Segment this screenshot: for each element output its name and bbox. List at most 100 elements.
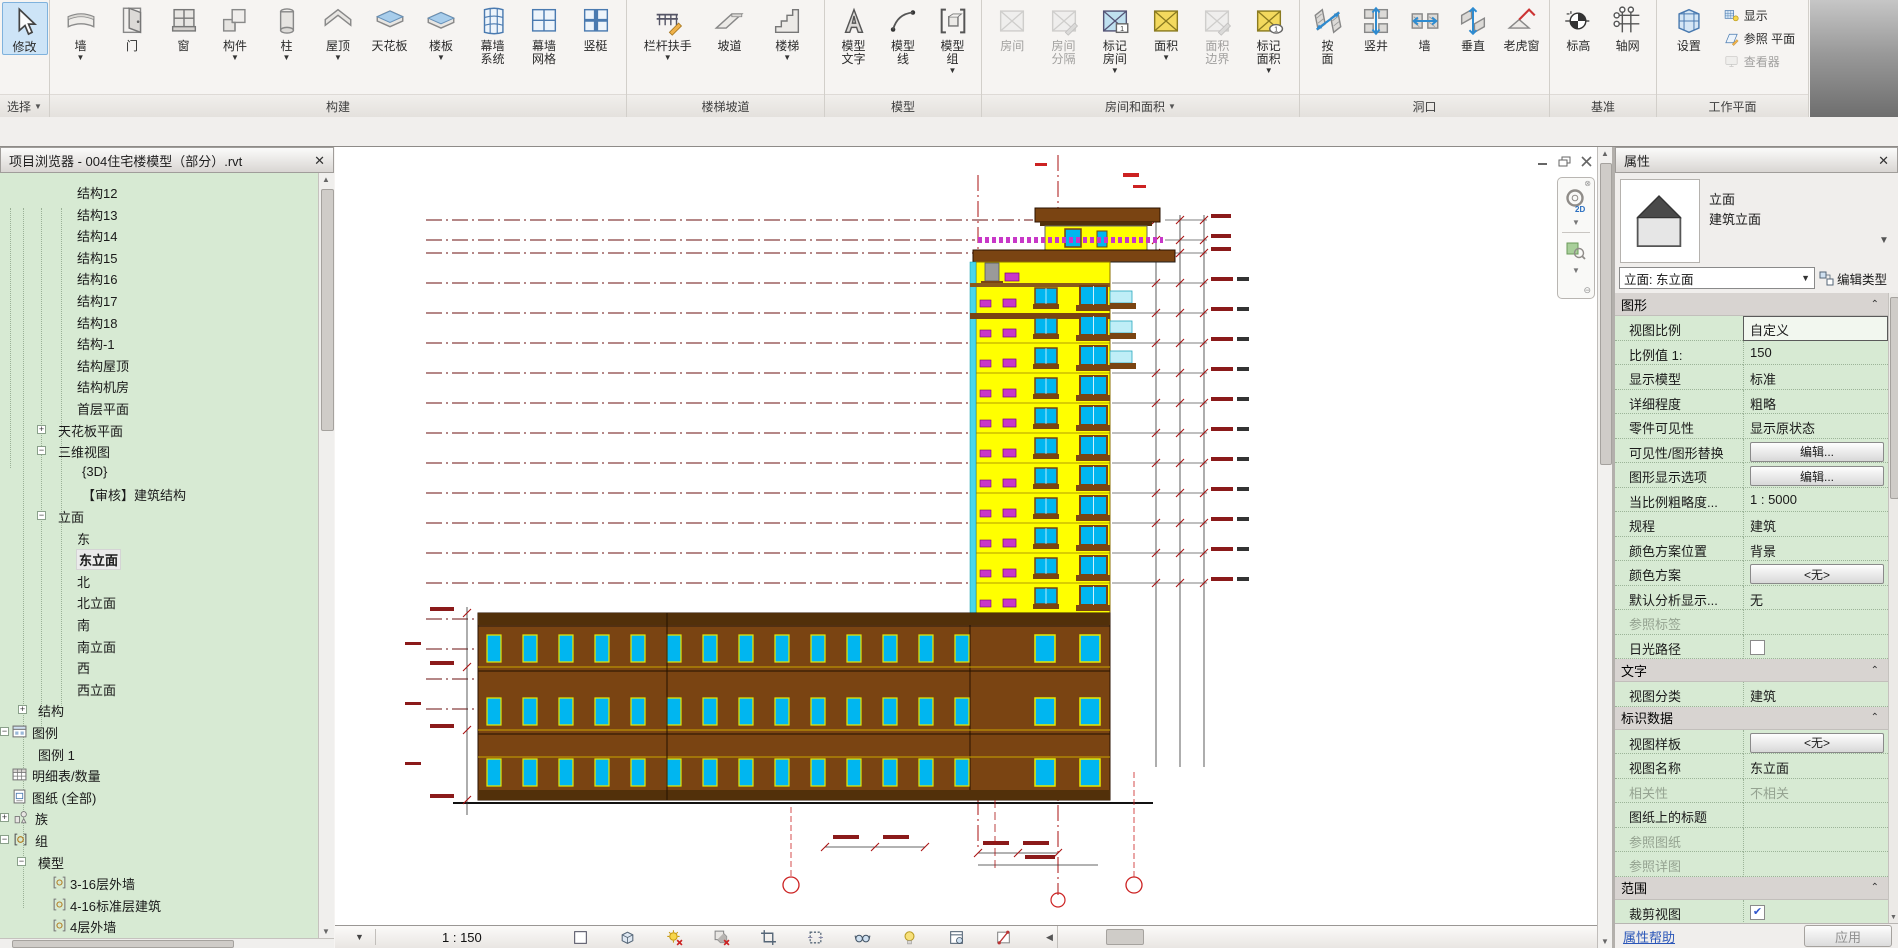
crop-view-icon[interactable]	[760, 929, 777, 946]
tree-item-南[interactable]: 南	[0, 613, 318, 635]
tree-item-图例[interactable]: −图例	[0, 721, 318, 743]
property-value-text[interactable]	[1743, 803, 1888, 828]
tree-item-结构机房[interactable]: 结构机房	[0, 375, 318, 397]
close-icon[interactable]: ✕	[314, 154, 325, 167]
property-edit-button[interactable]: <无>	[1750, 564, 1884, 584]
tree-item-图纸 (全部)[interactable]: 图纸 (全部)	[0, 786, 318, 808]
properties-help-link[interactable]: 属性帮助	[1623, 927, 1675, 946]
tree-item-组[interactable]: −组	[0, 829, 318, 851]
ribbon-button-wall-opening[interactable]: 墙	[1403, 2, 1447, 53]
ribbon-button-show-workplane[interactable]: 显示	[1720, 6, 1798, 25]
drawing-area[interactable]: ⊗ 2D ▼ ▼ ⊖	[335, 147, 1597, 925]
tree-item-模型[interactable]: −模型	[0, 851, 318, 873]
scrollbar-thumb[interactable]	[12, 940, 234, 948]
shadows-icon[interactable]	[713, 929, 730, 946]
ribbon-button-vertical-opening[interactable]: 垂直	[1451, 2, 1495, 53]
collapse-icon[interactable]: −	[17, 857, 26, 866]
visual-style-icon[interactable]	[619, 929, 636, 946]
checkbox-unchecked[interactable]	[1750, 640, 1765, 655]
tree-item-{3D}[interactable]: {3D}	[0, 462, 318, 484]
property-value-button[interactable]: 编辑...	[1743, 463, 1888, 488]
ribbon-button-tag-room[interactable]: 1标记 房间▼	[1093, 2, 1137, 75]
tree-item-北[interactable]: 北	[0, 570, 318, 592]
ribbon-button-ceiling[interactable]: 天花板	[368, 2, 412, 53]
minimize-icon[interactable]	[1535, 155, 1550, 168]
tree-item-北立面[interactable]: 北立面	[0, 591, 318, 613]
tree-item-首层平面[interactable]: 首层平面	[0, 397, 318, 419]
ribbon-button-dormer[interactable]: 老虎窗	[1500, 2, 1544, 53]
property-value-text[interactable]: 建筑	[1743, 512, 1888, 537]
detail-level-icon[interactable]	[572, 929, 589, 946]
property-value-text[interactable]: 显示原状态	[1743, 414, 1888, 439]
scrollbar-thumb[interactable]	[321, 189, 334, 431]
chevron-down-icon[interactable]: ▼	[1879, 235, 1889, 246]
expand-icon[interactable]: +	[18, 705, 27, 714]
ribbon-button-by-face[interactable]: 按 面	[1306, 2, 1350, 66]
ribbon-button-floor[interactable]: 楼板▼	[419, 2, 463, 62]
ribbon-button-window[interactable]: 窗	[162, 2, 206, 53]
scroll-down-icon[interactable]: ▼	[319, 927, 333, 936]
tree-item-三维视图[interactable]: −三维视图	[0, 440, 318, 462]
expand-icon[interactable]: +	[37, 425, 46, 434]
ribbon-button-stair[interactable]: 楼梯▼	[765, 2, 809, 62]
property-value-text[interactable]: 建筑	[1743, 682, 1888, 707]
ribbon-button-model-group[interactable]: 模型 组▼	[931, 2, 975, 75]
tree-item-结构[interactable]: +结构	[0, 699, 318, 721]
scrollbar-thumb[interactable]	[1890, 297, 1898, 499]
chevron-down-icon[interactable]: ▼	[355, 932, 375, 942]
ribbon-button-area[interactable]: 面积▼	[1144, 2, 1188, 62]
tree-item-西立面[interactable]: 西立面	[0, 678, 318, 700]
apply-button[interactable]: 应用	[1804, 925, 1892, 947]
tree-item-天花板平面[interactable]: +天花板平面	[0, 419, 318, 441]
ribbon-button-wall[interactable]: 墙▼	[59, 2, 103, 62]
tree-item-族[interactable]: +族	[0, 807, 318, 829]
tree-item-结构12[interactable]: 结构12	[0, 181, 318, 203]
scrollbar-thumb[interactable]	[1106, 929, 1144, 945]
checkbox-checked[interactable]: ✔	[1750, 905, 1765, 920]
ribbon-button-roof[interactable]: 屋顶▼	[316, 2, 360, 62]
ribbon-group-label-select[interactable]: 选择▼	[0, 94, 49, 117]
restore-icon[interactable]	[1557, 155, 1572, 168]
ribbon-button-set-workplane[interactable]: 设置	[1667, 2, 1711, 53]
properties-section-3[interactable]: 范围⌃	[1615, 877, 1888, 900]
ribbon-button-curtain-grid[interactable]: 幕墙 网格	[522, 2, 566, 66]
tree-item-【审核】建筑结构[interactable]: 【审核】建筑结构	[0, 483, 318, 505]
chevron-down-icon[interactable]: ▼	[1572, 218, 1580, 227]
tree-item-东立面[interactable]: 东立面	[0, 548, 318, 570]
ribbon-button-level[interactable]: 标高	[1556, 2, 1600, 53]
property-value-text[interactable]: 背景	[1743, 537, 1888, 562]
property-value-button[interactable]: 编辑...	[1743, 439, 1888, 464]
tree-item-结构16[interactable]: 结构16	[0, 267, 318, 289]
ribbon-button-railing[interactable]: 栏杆扶手▼	[642, 2, 694, 62]
close-icon[interactable]: ⊗	[1584, 179, 1591, 188]
project-browser-vertical-scrollbar[interactable]: ▲ ▼	[318, 173, 334, 938]
tree-item-东[interactable]: 东	[0, 527, 318, 549]
tree-item-南立面[interactable]: 南立面	[0, 635, 318, 657]
ribbon-group-label-room-area[interactable]: 房间和面积▼	[982, 94, 1299, 117]
view-scale-button[interactable]: 1 : 150	[442, 930, 572, 945]
collapse-icon[interactable]: ⊖	[1583, 285, 1591, 296]
reveal-constraints-icon[interactable]	[995, 929, 1012, 946]
tree-item-明细表/数量[interactable]: 明细表/数量	[0, 764, 318, 786]
ribbon-button-modify[interactable]: 修改	[2, 2, 48, 55]
scroll-down-icon[interactable]: ▼	[1890, 914, 1897, 921]
property-value-text[interactable]: 东立面	[1743, 754, 1888, 779]
tree-item-结构18[interactable]: 结构18	[0, 311, 318, 333]
collapse-icon[interactable]: −	[37, 511, 46, 520]
property-value-checkbox[interactable]	[1743, 635, 1888, 660]
properties-section-1[interactable]: 文字⌃	[1615, 659, 1888, 682]
ribbon-button-tag-area[interactable]: 1标记 面积▼	[1247, 2, 1291, 75]
tree-item-西[interactable]: 西	[0, 656, 318, 678]
expand-icon[interactable]: +	[0, 813, 9, 822]
ribbon-button-ramp[interactable]: 坡道	[707, 2, 751, 53]
reveal-hidden-icon[interactable]	[901, 929, 918, 946]
ribbon-button-door[interactable]: 门	[110, 2, 154, 53]
temporary-view-icon[interactable]	[948, 929, 965, 946]
collapse-icon[interactable]: −	[0, 727, 9, 736]
instance-selector-dropdown[interactable]: 立面: 东立面 ▼	[1619, 267, 1815, 289]
tree-item-立面[interactable]: −立面	[0, 505, 318, 527]
scroll-left-icon[interactable]: ◀	[1046, 932, 1053, 943]
ribbon-button-grid[interactable]: 轴网	[1606, 2, 1650, 53]
chevron-down-icon[interactable]: ▼	[1572, 266, 1580, 275]
properties-section-2[interactable]: 标识数据⌃	[1615, 707, 1888, 730]
